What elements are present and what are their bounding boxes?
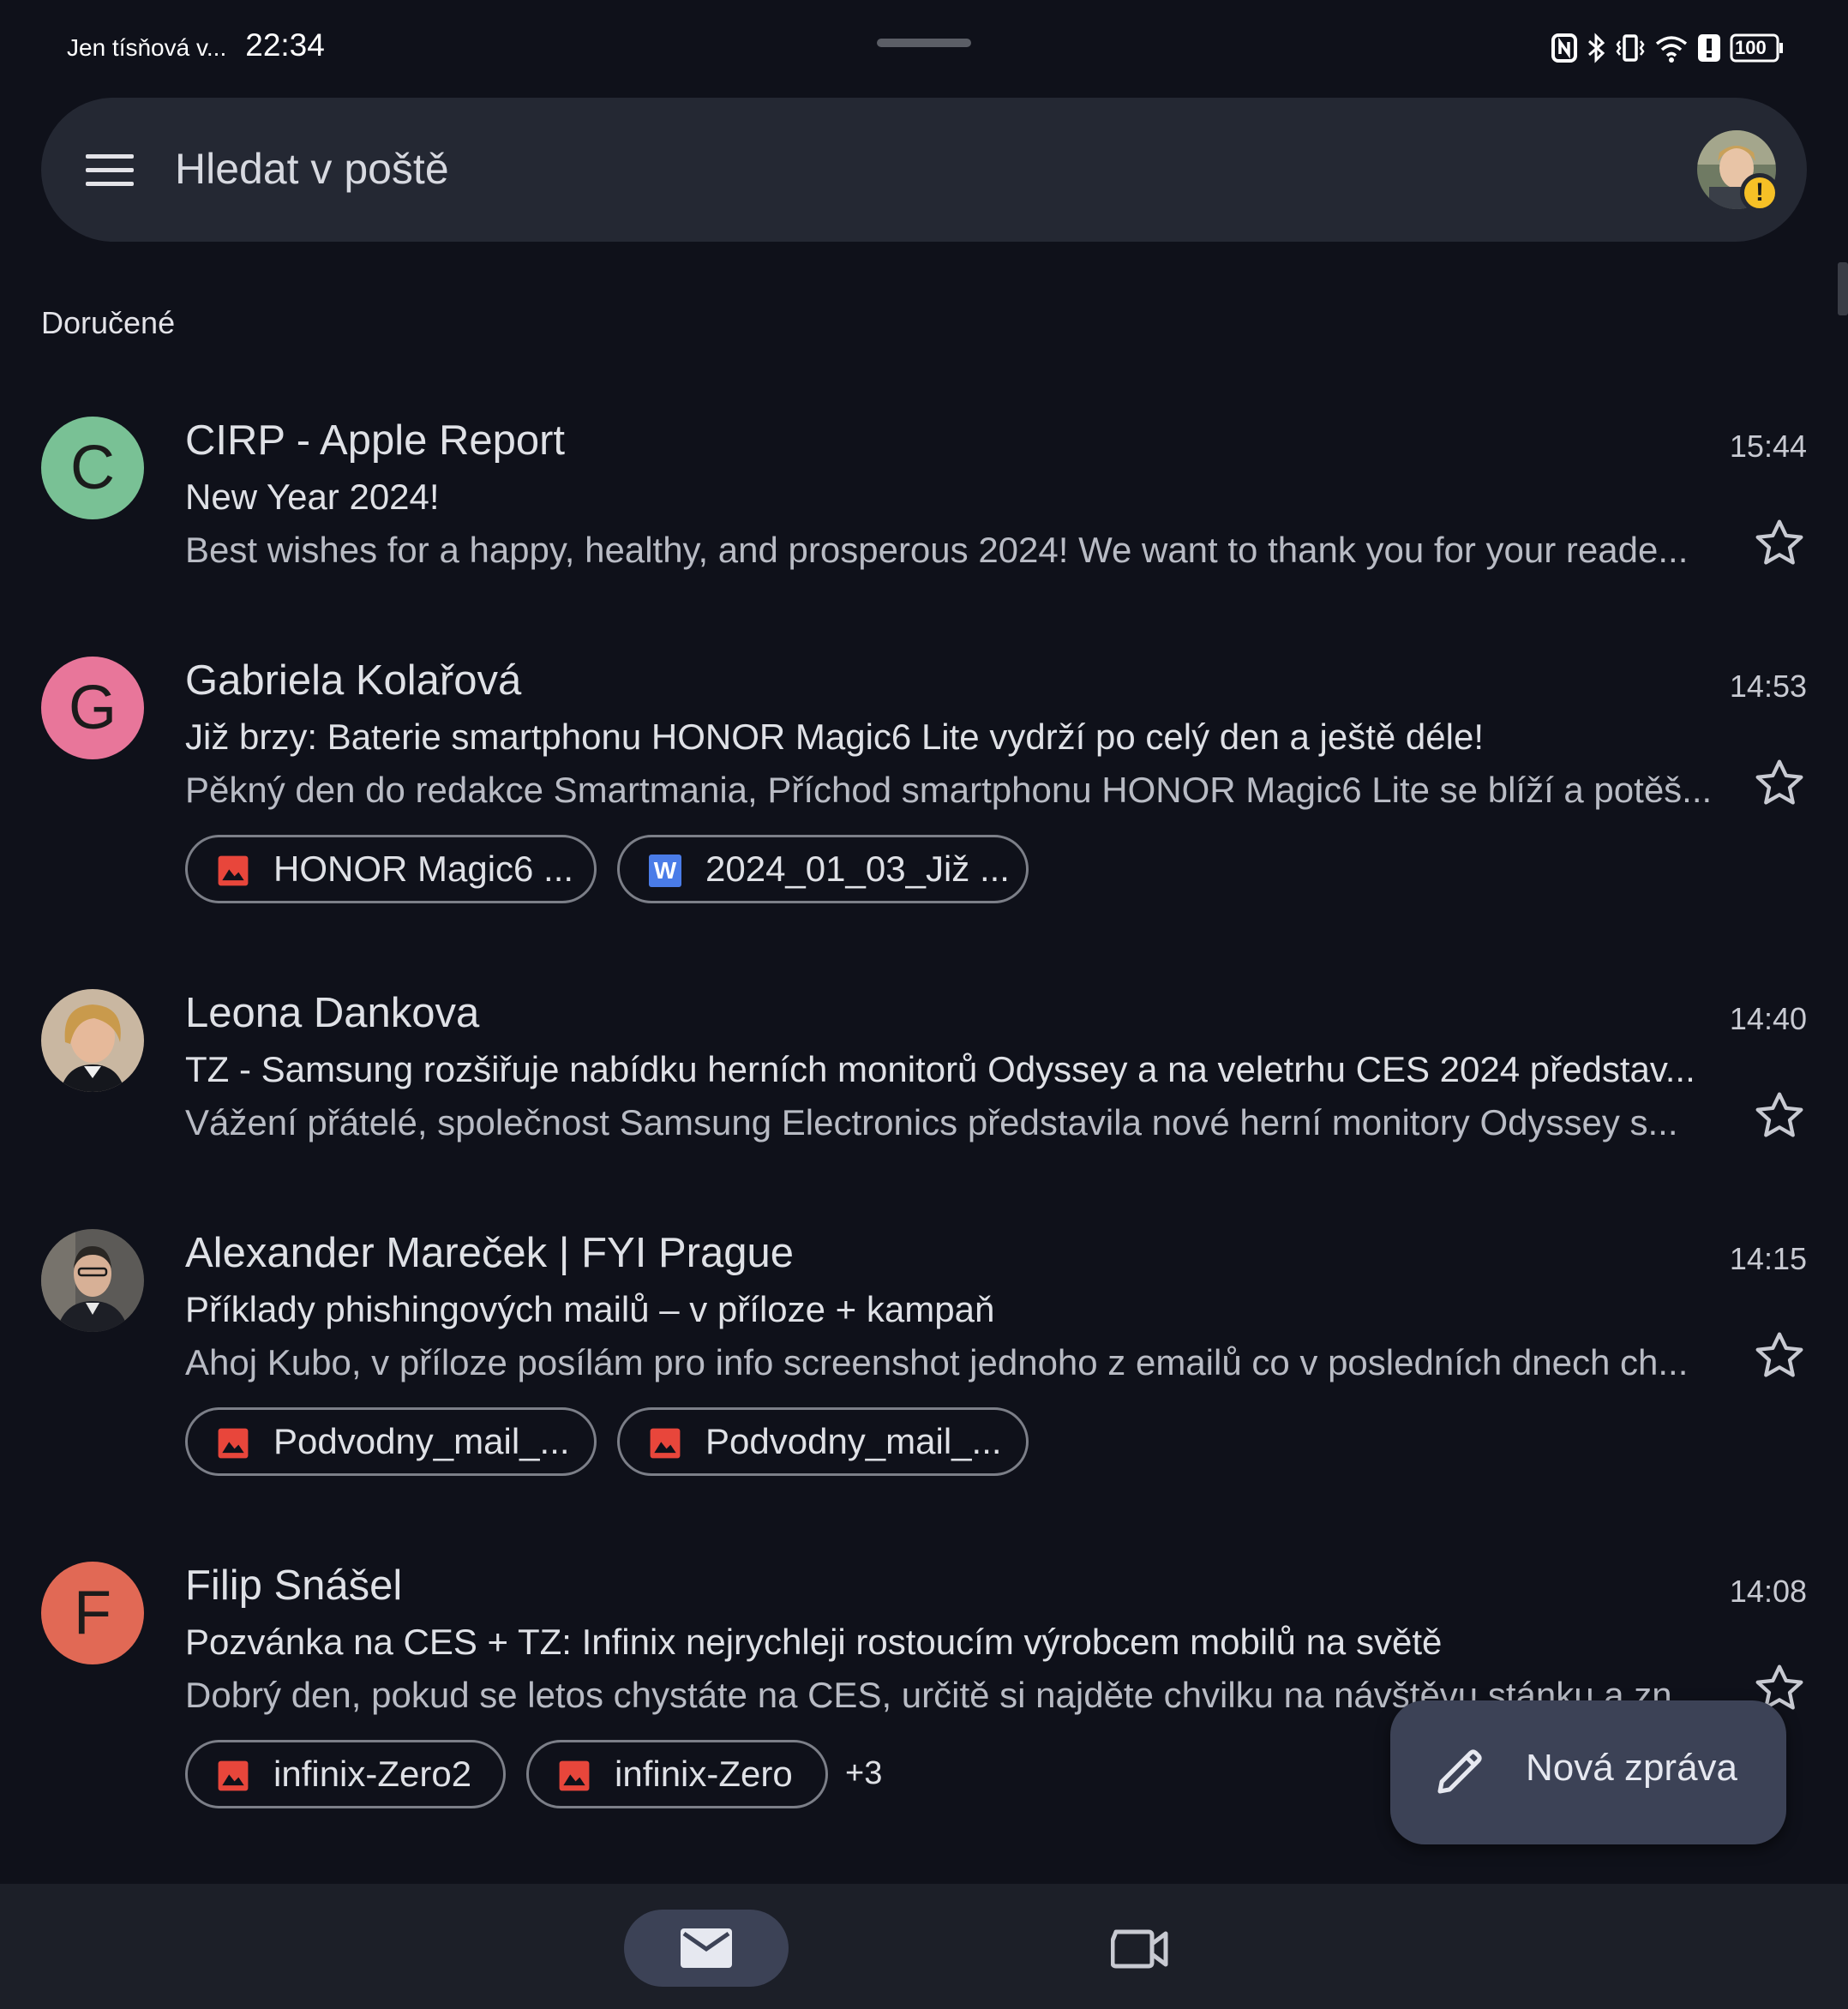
status-left: Jen tísňová v... 22:34 [67, 27, 325, 63]
avatar-initial: F [74, 1579, 111, 1647]
avatar-initial: C [70, 434, 115, 502]
pencil-icon [1437, 1749, 1482, 1794]
nav-meet-tab[interactable] [1110, 1923, 1171, 1975]
bluetooth-icon [1586, 33, 1606, 63]
email-subject: Již brzy: Baterie smartphonu HONOR Magic… [185, 717, 1484, 757]
more-attachments-count[interactable]: +3 [845, 1755, 882, 1792]
email-preview: Best wishes for a happy, healthy, and pr… [185, 530, 1689, 570]
carrier-text: Jen tísňová v... [67, 34, 227, 61]
image-file-icon [218, 1428, 249, 1459]
search-input[interactable]: Hledat v poště [175, 144, 449, 194]
attachment-name: infinix-Zero [615, 1754, 793, 1794]
email-row[interactable]: Leona Dankova 14:40 TZ - Samsung rozšiřu… [0, 975, 1848, 1164]
word-file-icon: W [649, 855, 681, 887]
status-bar: Jen tísňová v... 22:34 100 [0, 0, 1848, 94]
clock: 22:34 [245, 27, 325, 63]
sender-name: Filip Snášel [185, 1562, 403, 1609]
email-time: 15:44 [1729, 429, 1807, 464]
email-subject: TZ - Samsung rozšiřuje nabídku herních m… [185, 1049, 1695, 1089]
account-avatar[interactable]: ! [1697, 130, 1779, 213]
hamburger-menu-icon[interactable] [86, 154, 137, 189]
sender-avatar[interactable] [41, 989, 144, 1092]
email-preview: Vážení přátelé, společnost Samsung Elect… [185, 1102, 1678, 1142]
battery-level: 100 [1735, 37, 1767, 58]
attachment-name: Podvodny_mail_... [705, 1421, 1002, 1461]
email-subject: New Year 2024! [185, 477, 440, 517]
star-icon[interactable] [1752, 1328, 1807, 1383]
mail-icon [681, 1928, 732, 1968]
email-time: 14:15 [1729, 1241, 1807, 1276]
attachment-chip[interactable]: HONOR Magic6 ... [185, 835, 597, 903]
nav-mail-tab[interactable] [624, 1910, 789, 1987]
star-icon[interactable] [1752, 516, 1807, 571]
sender-name: CIRP - Apple Report [185, 417, 566, 464]
email-preview: Ahoj Kubo, v příloze posílám pro info sc… [185, 1342, 1689, 1382]
avatar-initial: G [68, 674, 117, 742]
drag-handle[interactable] [877, 39, 971, 47]
search-bar[interactable]: Hledat v poště ! [41, 98, 1807, 242]
vibrate-icon [1615, 33, 1646, 63]
attachment-chip[interactable]: Podvodny_mail_... [617, 1407, 1029, 1476]
battery-icon: 100 [1730, 33, 1785, 63]
sender-name: Leona Dankova [185, 990, 480, 1036]
image-file-icon [218, 1760, 249, 1791]
account-warning-badge: ! [1740, 173, 1779, 213]
attachment-name: HONOR Magic6 ... [273, 849, 574, 889]
compose-label: Nová zpráva [1526, 1747, 1738, 1789]
sender-avatar[interactable] [41, 1229, 144, 1332]
wifi-icon [1654, 33, 1689, 63]
compose-button[interactable]: Nová zpráva [1390, 1700, 1786, 1844]
image-file-icon [218, 855, 249, 886]
email-subject: Příklady phishingových mailů – v příloze… [185, 1289, 995, 1329]
email-row[interactable]: Alexander Mareček | FYI Prague 14:15 Pří… [0, 1215, 1848, 1490]
email-row[interactable]: G Gabriela Kolařová 14:53 Již brzy: Bate… [0, 643, 1848, 917]
video-camera-icon [1110, 1929, 1168, 1969]
attachment-name: 2024_01_03_Již ... [705, 849, 1010, 889]
alert-icon [1697, 33, 1721, 63]
attachment-chip[interactable]: infinix-Zero [526, 1740, 828, 1808]
scrollbar-thumb[interactable] [1838, 262, 1848, 315]
email-time: 14:40 [1729, 1001, 1807, 1036]
image-file-icon [650, 1428, 681, 1459]
attachment-name: Podvodny_mail_... [273, 1421, 570, 1461]
email-row[interactable]: C CIRP - Apple Report 15:44 New Year 202… [0, 403, 1848, 591]
bottom-navigation [0, 1884, 1848, 2009]
email-subject: Pozvánka na CES + TZ: Infinix nejrychlej… [185, 1622, 1443, 1662]
star-icon[interactable] [1752, 1088, 1807, 1143]
sender-avatar[interactable]: F [41, 1562, 144, 1664]
email-time: 14:53 [1729, 669, 1807, 704]
star-icon[interactable] [1752, 756, 1807, 811]
sender-photo-icon [41, 989, 144, 1092]
sender-name: Gabriela Kolařová [185, 657, 522, 704]
sender-name: Alexander Mareček | FYI Prague [185, 1230, 794, 1276]
email-time: 14:08 [1729, 1574, 1807, 1609]
email-preview: Pěkný den do redakce Smartmania, Příchod… [185, 770, 1713, 810]
folder-label: Doručené [41, 305, 176, 340]
status-icons: 100 [1551, 33, 1785, 63]
attachment-name: infinix-Zero2 [273, 1754, 472, 1794]
nfc-icon [1551, 33, 1577, 63]
sender-avatar[interactable]: C [41, 417, 144, 519]
sender-avatar[interactable]: G [41, 657, 144, 759]
attachment-chip[interactable]: W 2024_01_03_Již ... [617, 835, 1029, 903]
sender-photo-icon [41, 1229, 144, 1332]
attachment-chip[interactable]: Podvodny_mail_... [185, 1407, 597, 1476]
image-file-icon [559, 1760, 590, 1791]
attachment-chip[interactable]: infinix-Zero2 [185, 1740, 506, 1808]
